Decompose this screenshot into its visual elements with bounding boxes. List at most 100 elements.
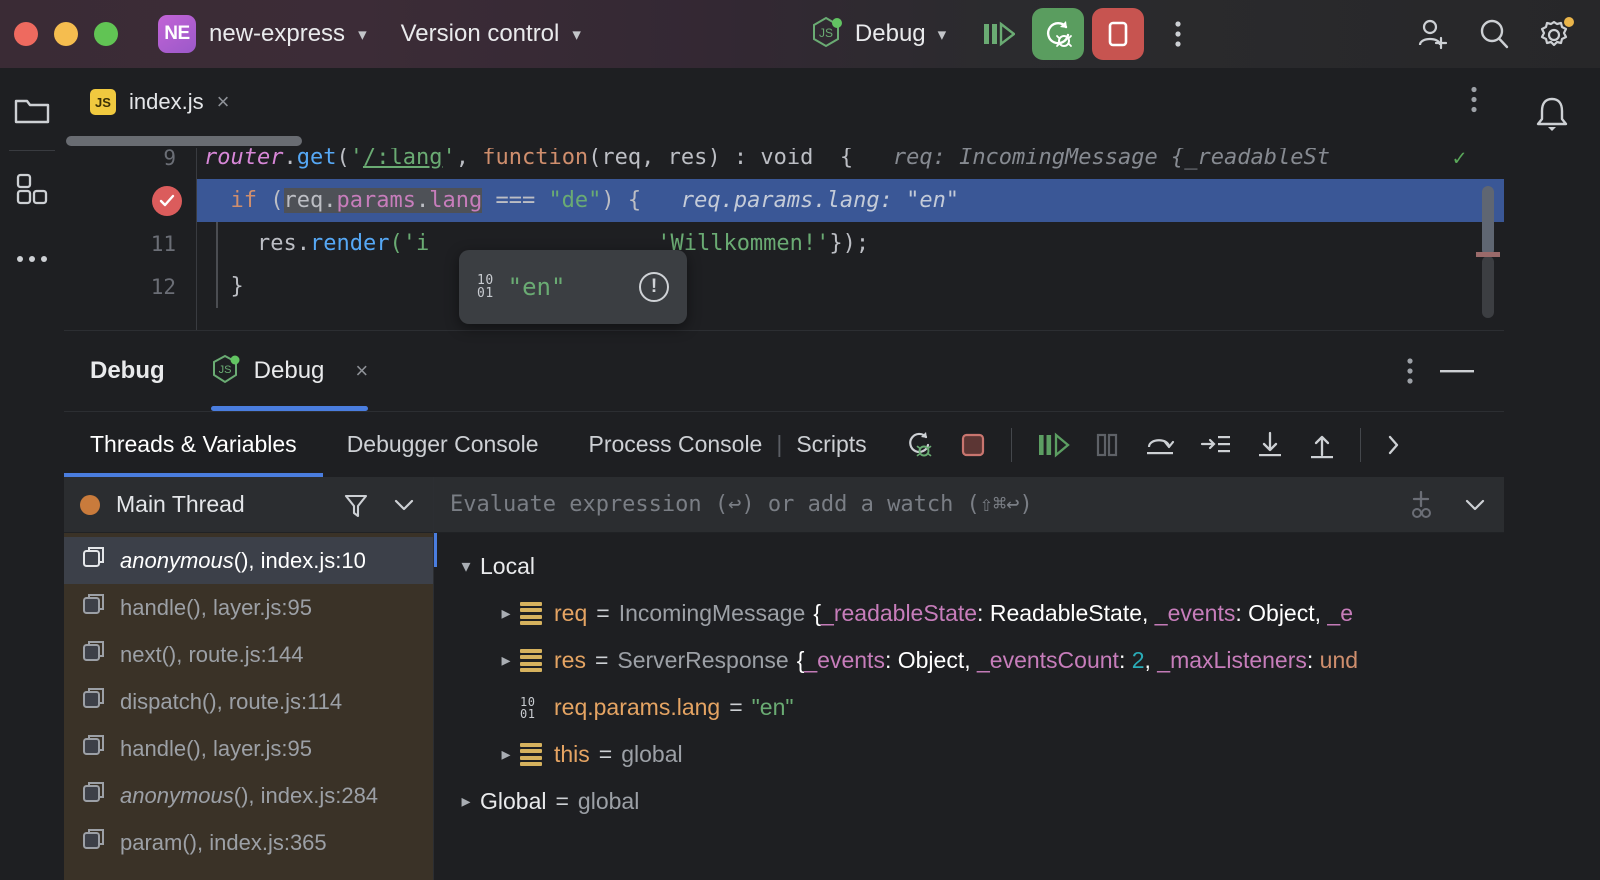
editor-tab-bar: JS index.js × [64, 68, 1504, 136]
pause-program-icon[interactable] [1094, 431, 1120, 459]
project-folder-icon[interactable] [8, 88, 56, 136]
chevron-down-icon[interactable]: ▾ [938, 26, 947, 43]
code-line-10[interactable]: if (req.params.lang === "de") { req.para… [64, 179, 1504, 222]
variable-row-req[interactable]: ▸ req = IncomingMessage {_readableState:… [434, 590, 1504, 637]
chevron-down-icon[interactable] [1462, 496, 1488, 514]
breakpoint-icon[interactable] [152, 185, 182, 216]
code-line-12-text: } [196, 274, 244, 299]
preview-key-2: _eventsCount [977, 647, 1119, 673]
variable-row-res[interactable]: ▸ res = ServerResponse {_events: Object,… [434, 637, 1504, 684]
more-vertical-icon[interactable] [1406, 356, 1414, 386]
preview-key-3: _e [1327, 600, 1353, 626]
call-stack-frames-list[interactable]: anonymous(), index.js:10 handle(), layer… [64, 533, 433, 880]
thread-selector[interactable]: Main Thread [64, 477, 433, 533]
step-over-icon[interactable] [1144, 431, 1176, 459]
preview-key-3: _maxListeners [1157, 647, 1307, 673]
table-row[interactable]: dispatch(), route.js:114 [64, 678, 433, 725]
exclamation-circle-icon[interactable]: ! [639, 272, 669, 302]
evaluate-expression-input[interactable]: Evaluate expression (↩) or add a watch (… [450, 492, 1406, 517]
frame-icon [82, 734, 106, 764]
search-button[interactable] [1468, 8, 1520, 60]
frame-icon [82, 593, 106, 623]
token-route-path[interactable]: /:lang [363, 145, 442, 170]
code-editor[interactable]: 9 router.get('/:lang', function(req, res… [64, 136, 1504, 330]
version-control-menu[interactable]: Version control ▾ [401, 20, 581, 48]
run-configuration-selector[interactable]: JS Debug ▾ [811, 15, 946, 54]
frame-icon [82, 687, 106, 717]
step-into-icon[interactable] [1200, 431, 1232, 459]
table-row[interactable]: handle(), layer.js:95 [64, 584, 433, 631]
maximize-window-button[interactable] [94, 22, 118, 46]
filter-icon[interactable] [343, 491, 369, 519]
project-selector[interactable]: NE new-express ▾ [158, 15, 367, 53]
tab-debugger-console[interactable]: Debugger Console [347, 412, 539, 478]
editor-tab-index-js[interactable]: JS index.js × [64, 68, 247, 136]
close-icon[interactable]: × [217, 91, 230, 113]
minimize-icon[interactable] [1440, 368, 1474, 374]
variable-type: IncomingMessage [618, 600, 806, 626]
code-line-12[interactable]: 12 } [64, 265, 1504, 308]
inlay-hint-lang-value: req.params.lang: "en" [641, 188, 960, 213]
token-params: params [336, 188, 416, 213]
resume-program-icon[interactable] [1036, 431, 1070, 459]
table-row[interactable]: anonymous(), index.js:284 [64, 772, 433, 819]
more-tools-icon[interactable] [8, 235, 56, 283]
debug-session-tab[interactable]: JS Debug × [210, 331, 369, 411]
variables-tree[interactable]: ▾ Local ▸ req = IncomingMessage {_readab… [434, 533, 1504, 825]
token-function: function [482, 145, 589, 170]
code-line-11[interactable]: 11 res.render('i 'Willkommen!'}); [64, 222, 1504, 265]
evaluate-expression-bar[interactable]: Evaluate expression (↩) or add a watch (… [434, 477, 1504, 533]
table-row[interactable]: anonymous(), index.js:10 [64, 537, 433, 584]
rerun-debug-icon[interactable] [903, 429, 935, 461]
table-row[interactable]: next(), route.js:144 [64, 631, 433, 678]
chevron-down-icon[interactable]: ▾ [452, 556, 480, 577]
line-number: 12 [150, 274, 176, 299]
error-stripe-marker[interactable] [1476, 252, 1500, 257]
run-button[interactable] [972, 8, 1024, 60]
chevron-right-icon[interactable]: ▸ [452, 791, 480, 812]
tab-scripts[interactable]: Scripts [796, 412, 866, 478]
chevron-down-icon[interactable] [391, 496, 417, 514]
variable-group-global[interactable]: ▸ Global = global [434, 778, 1504, 825]
add-user-button[interactable] [1406, 8, 1458, 60]
stop-button[interactable] [1092, 8, 1145, 60]
frame-location: (), index.js:284 [233, 782, 379, 808]
chevron-right-icon[interactable]: ▸ [492, 603, 520, 624]
token-render-arg: ('i [389, 231, 430, 256]
editor-scrollbar-track[interactable] [1482, 256, 1494, 318]
variable-row-req-params-lang[interactable]: 10 01 req.params.lang = "en" [434, 684, 1504, 731]
token-equality: === [482, 188, 549, 213]
more-options-button[interactable] [1152, 8, 1204, 60]
debug-button[interactable] [1032, 8, 1085, 60]
variable-group-local[interactable]: ▾ Local [434, 543, 1504, 590]
value-tooltip-popup[interactable]: 10 01 "en" ! [459, 250, 687, 324]
notifications-bell-icon[interactable] [1528, 90, 1576, 138]
token-dot: . [415, 188, 430, 213]
settings-button[interactable] [1530, 8, 1582, 60]
chevron-right-icon[interactable]: ▸ [492, 744, 520, 765]
add-watch-icon[interactable] [1406, 489, 1436, 521]
force-step-into-icon[interactable] [1256, 430, 1284, 460]
close-icon[interactable]: × [355, 358, 368, 384]
token-req: req. [283, 188, 337, 213]
step-out-icon[interactable] [1308, 430, 1336, 460]
close-window-button[interactable] [14, 22, 38, 46]
tab-process-console[interactable]: Process Console [588, 412, 762, 478]
editor-options-button[interactable] [1470, 85, 1478, 120]
minimize-window-button[interactable] [54, 22, 78, 46]
chevron-down-icon[interactable]: ▾ [572, 26, 581, 43]
stop-icon[interactable] [959, 431, 987, 459]
editor-horizontal-scrollbar[interactable] [66, 136, 302, 146]
structure-icon[interactable] [8, 165, 56, 213]
chevron-down-icon[interactable]: ▾ [358, 26, 367, 43]
chevron-right-icon[interactable]: ▸ [492, 650, 520, 671]
primitive-value-icon: 10 01 [520, 694, 536, 721]
comma: , [1144, 647, 1158, 673]
expand-toolbar-icon[interactable] [1385, 431, 1403, 459]
editor-vertical-scrollbar[interactable] [1482, 186, 1494, 256]
table-row[interactable]: param(), index.js:365 [64, 819, 433, 866]
variable-row-this[interactable]: ▸ this = global [434, 731, 1504, 778]
window-controls[interactable] [14, 22, 118, 46]
table-row[interactable]: handle(), layer.js:95 [64, 725, 433, 772]
tab-threads-and-variables[interactable]: Threads & Variables [64, 412, 323, 478]
